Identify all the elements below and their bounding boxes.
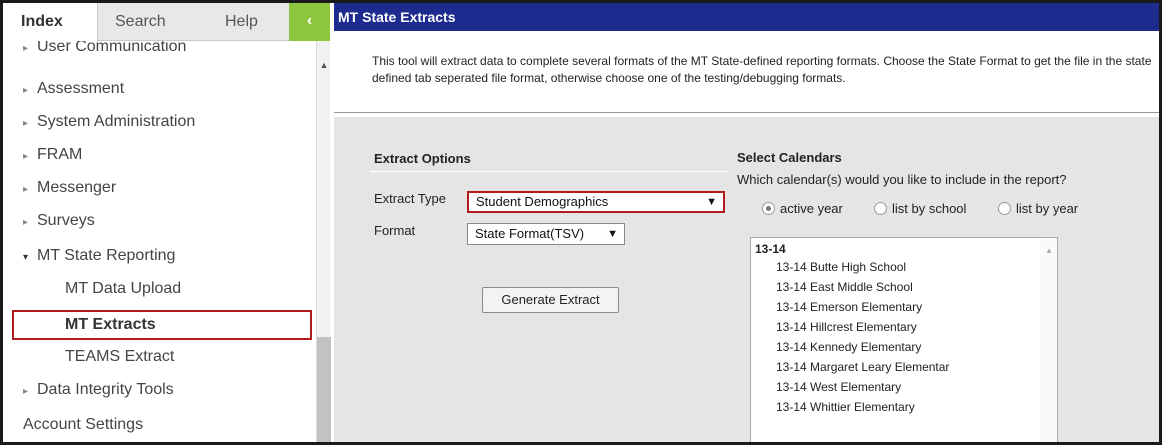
dropdown-caret-icon: ▼ (706, 196, 717, 208)
scroll-up-arrow-icon[interactable]: ▲ (317, 59, 331, 71)
tree-item-mt-extracts[interactable]: MT Extracts (12, 310, 312, 340)
generate-extract-button[interactable]: Generate Extract (482, 287, 619, 313)
calendars-question: Which calendar(s) would you like to incl… (737, 172, 1067, 187)
expand-arrow-icon: ▸ (23, 85, 29, 96)
radio-list-by-year[interactable]: list by year (998, 201, 1078, 216)
calendar-item[interactable]: 13-14 Hillcrest Elementary (776, 320, 917, 334)
radio-list-by-school[interactable]: list by school (874, 201, 966, 216)
navigation-tree: ▸ User Communication ▸ Assessment ▸ System … (3, 41, 316, 442)
calendar-item[interactable]: 13-14 Kennedy Elementary (776, 340, 921, 354)
collapse-panel-button[interactable]: ‹ (289, 3, 330, 41)
expand-arrow-icon: ▸ (23, 43, 29, 54)
section-divider (370, 171, 727, 172)
calendar-item[interactable]: 13-14 Butte High School (776, 260, 906, 274)
radio-unselected-icon (874, 202, 887, 215)
nav-tabs: Index Search Help ‹ (3, 3, 330, 42)
tree-item-label: System Administration (37, 113, 196, 130)
radio-label: list by school (892, 201, 967, 216)
tree-item-label: User Communication (37, 41, 187, 55)
tree-item-label: FRAM (37, 146, 83, 163)
tab-index[interactable]: Index (3, 3, 98, 42)
select-calendars-heading: Select Calendars (737, 150, 842, 165)
tree-item-label: Surveys (37, 212, 95, 229)
extract-form: Extract Options Extract Type Student Dem… (334, 117, 1159, 442)
radio-label: active year (780, 201, 843, 216)
tab-search[interactable]: Search (115, 3, 185, 41)
extract-type-value: Student Demographics (476, 194, 609, 209)
tree-item-surveys[interactable]: ▸ Surveys (3, 206, 316, 236)
format-select[interactable]: State Format(TSV) ▼ (467, 223, 625, 245)
tree-scrollbar[interactable]: ▲ (316, 41, 331, 442)
expand-arrow-icon: ▸ (23, 217, 29, 228)
description-box: This tool will extract data to complete … (334, 31, 1159, 113)
tree-item-account-settings[interactable]: Account Settings (3, 410, 316, 440)
collapse-arrow-icon: ▾ (23, 252, 29, 263)
tree-item-user-communication[interactable]: ▸ User Communication (3, 41, 316, 62)
expand-arrow-icon: ▸ (23, 184, 29, 195)
format-value: State Format(TSV) (475, 226, 585, 241)
tree-item-label: Assessment (37, 80, 125, 97)
tree-item-label: Data Integrity Tools (37, 381, 174, 398)
description-text: This tool will extract data to complete … (372, 54, 1152, 85)
extract-type-select[interactable]: Student Demographics ▼ (467, 191, 725, 213)
radio-label: list by year (1016, 201, 1079, 216)
extract-type-label: Extract Type (374, 191, 447, 206)
main-panel: MT State Extracts This tool will extract… (334, 3, 1159, 442)
format-label: Format (374, 223, 416, 238)
app-frame: Index Search Help ‹ ▸ User Communication … (0, 0, 1162, 445)
calendar-item[interactable]: 13-14 West Elementary (776, 380, 901, 394)
calendar-item[interactable]: 13-14 Margaret Leary Elementar (776, 360, 949, 374)
calendar-list[interactable]: 13-14 13-14 Butte High School 13-14 East… (750, 237, 1058, 442)
extract-options-heading: Extract Options (374, 151, 471, 166)
expand-arrow-icon: ▸ (23, 151, 29, 162)
tree-item-teams-extract[interactable]: TEAMS Extract (3, 342, 316, 372)
calendar-item[interactable]: 13-14 Emerson Elementary (776, 300, 922, 314)
expand-arrow-icon: ▸ (23, 118, 29, 129)
tree-item-mt-state-reporting[interactable]: ▾ MT State Reporting (3, 241, 316, 271)
tree-item-label: Messenger (37, 179, 117, 196)
tab-help[interactable]: Help (225, 3, 275, 41)
tree-item-label: MT State Reporting (37, 247, 176, 264)
calendar-item[interactable]: 13-14 East Middle School (776, 280, 913, 294)
radio-unselected-icon (998, 202, 1011, 215)
calendar-item[interactable]: 13-14 Whittier Elementary (776, 400, 915, 414)
tree-item-fram[interactable]: ▸ FRAM (3, 140, 316, 170)
page-title: MT State Extracts (334, 3, 1159, 31)
scroll-thumb[interactable] (317, 337, 331, 442)
tree-item-messenger[interactable]: ▸ Messenger (3, 173, 316, 203)
tree-item-data-integrity-tools[interactable]: ▸ Data Integrity Tools (3, 375, 316, 405)
radio-active-year[interactable]: active year (762, 201, 843, 216)
calendar-list-scrollbar[interactable]: ▲ (1040, 238, 1057, 442)
tree-item-assessment[interactable]: ▸ Assessment (3, 74, 316, 104)
expand-arrow-icon: ▸ (23, 386, 29, 397)
tree-item-mt-data-upload[interactable]: MT Data Upload (3, 274, 316, 304)
calendar-group-label: 13-14 (755, 242, 786, 256)
radio-selected-icon (762, 202, 775, 215)
dropdown-caret-icon: ▼ (607, 228, 618, 240)
scroll-up-arrow-icon[interactable]: ▲ (1045, 246, 1053, 255)
left-navigation-panel: Index Search Help ‹ ▸ User Communication … (3, 3, 331, 442)
tree-item-system-administration[interactable]: ▸ System Administration (3, 107, 316, 137)
